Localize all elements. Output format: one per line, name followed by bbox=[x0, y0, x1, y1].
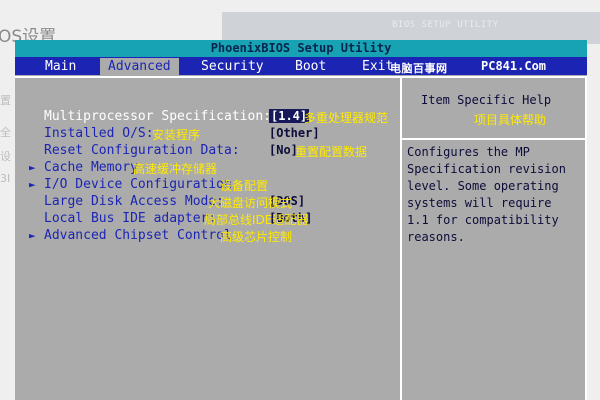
bios-menu-bar: Main Advanced Security Boot Exit 电脑百事网 P… bbox=[15, 57, 587, 75]
help-divider bbox=[401, 138, 585, 140]
background-side-glyph: 3I bbox=[0, 172, 11, 185]
background-side-glyph: 置 bbox=[0, 94, 11, 107]
bios-title: PhoenixBIOS Setup Utility bbox=[210, 41, 392, 55]
setting-label: Multiprocessor Specification: bbox=[44, 109, 271, 124]
annotation-text: 大磁盘访问模式 bbox=[208, 196, 293, 210]
annotation-text: 局部总线IDE适配器 bbox=[204, 213, 309, 227]
tab-security[interactable]: Security bbox=[201, 58, 264, 75]
setting-label: Installed O/S: bbox=[44, 126, 154, 141]
setting-row-multiprocessor[interactable]: Multiprocessor Specification: [1.4] 多重处理… bbox=[15, 109, 401, 126]
setting-row-installed-os[interactable]: Installed O/S: [Other] 安装程序 bbox=[15, 126, 401, 143]
submenu-arrow-icon: ► bbox=[29, 178, 36, 191]
tab-boot[interactable]: Boot bbox=[295, 58, 326, 75]
setting-value[interactable]: [Other] bbox=[269, 126, 320, 140]
setting-label: Reset Configuration Data: bbox=[44, 143, 240, 158]
annotation-text: 重置配置数据 bbox=[295, 145, 368, 159]
setting-label: Cache Memory bbox=[44, 160, 138, 175]
tab-advanced[interactable]: Advanced bbox=[100, 58, 179, 75]
setting-row-local-bus-ide[interactable]: Local Bus IDE adapter: [Both] 局部总线IDE适配器 bbox=[15, 211, 401, 228]
annotation-text: 多重处理器规范 bbox=[304, 111, 389, 125]
submenu-arrow-icon: ► bbox=[29, 161, 36, 174]
setting-row-advanced-chipset[interactable]: ► Advanced Chipset Control 高级芯片控制 bbox=[15, 228, 401, 245]
setting-row-large-disk[interactable]: Large Disk Access Mode: [DOS] 大磁盘访问模式 bbox=[15, 194, 401, 211]
help-panel-text: Configures the MP Specification revision… bbox=[407, 145, 566, 244]
background-side-glyph: 设 bbox=[0, 150, 11, 163]
annotation-text: 设备配置 bbox=[220, 179, 269, 193]
setting-label: Advanced Chipset Control bbox=[44, 228, 232, 243]
setting-row-io-device[interactable]: ► I/O Device Configuration 设备配置 bbox=[15, 177, 401, 194]
background-side-glyph: 全 bbox=[0, 126, 11, 139]
help-annotation: 项目具体帮助 bbox=[474, 113, 547, 127]
annotation-text: 高级芯片控制 bbox=[220, 230, 293, 244]
watermark-brand-en: PC841.Com bbox=[481, 59, 547, 73]
setting-label: Large Disk Access Mode: bbox=[44, 194, 225, 209]
setting-label: I/O Device Configuration bbox=[44, 177, 232, 192]
annotation-text: 安装程序 bbox=[152, 128, 201, 142]
annotation-text: 高速缓冲存储器 bbox=[133, 162, 218, 176]
help-panel-title: Item Specific Help bbox=[421, 93, 552, 107]
frame-right bbox=[585, 76, 587, 400]
watermark-brand-cn: 电脑百事网 bbox=[390, 62, 448, 75]
bios-title-bar: PhoenixBIOS Setup Utility bbox=[15, 40, 587, 57]
tab-exit[interactable]: Exit bbox=[362, 58, 393, 75]
frame-top bbox=[15, 76, 587, 78]
setting-row-cache-memory[interactable]: ► Cache Memory 高速缓冲存储器 bbox=[15, 160, 401, 177]
background-strip-text: BIOS SETUP UTILITY bbox=[392, 20, 499, 30]
tab-main[interactable]: Main bbox=[45, 58, 76, 75]
setting-value[interactable]: [No] bbox=[269, 143, 298, 157]
bios-screen: PhoenixBIOS Setup Utility Main Advanced … bbox=[15, 40, 587, 400]
setting-row-reset-config[interactable]: Reset Configuration Data: [No] 重置配置数据 bbox=[15, 143, 401, 160]
submenu-arrow-icon: ► bbox=[29, 229, 36, 242]
setting-label: Local Bus IDE adapter: bbox=[44, 211, 217, 226]
